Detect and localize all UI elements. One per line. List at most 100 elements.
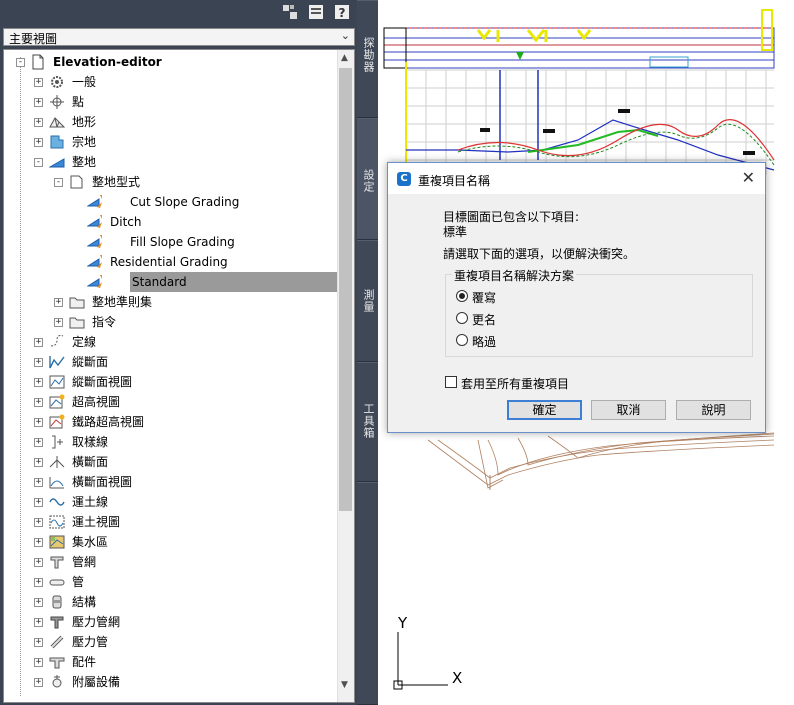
item-view-icon[interactable] — [281, 3, 299, 21]
tree-item[interactable]: + 定線 — [0, 332, 336, 352]
tree-item[interactable]: Ditch — [0, 212, 336, 232]
expand-toggle-icon[interactable]: + — [34, 558, 43, 567]
view-selector-dropdown[interactable]: 主要視圖 ⌄ — [3, 28, 355, 46]
expand-toggle-icon[interactable]: + — [34, 578, 43, 587]
tree-item[interactable]: + 橫斷面 — [0, 452, 336, 472]
tree-item-label: 點 — [72, 95, 85, 109]
tree-item[interactable]: + 宗地 — [0, 132, 336, 152]
expand-toggle-icon[interactable]: + — [34, 358, 43, 367]
tree-item[interactable]: Cut Slope Grading — [0, 192, 336, 212]
tree-item[interactable]: + 縱斷面 — [0, 352, 336, 372]
expand-toggle-icon[interactable]: + — [34, 338, 43, 347]
expand-toggle-icon[interactable]: + — [54, 318, 63, 327]
apply-to-all-box[interactable] — [445, 376, 457, 388]
mass-haul-line-icon — [49, 494, 65, 510]
radio-rename-indicator[interactable] — [456, 312, 468, 324]
tree-item[interactable]: + 結構 — [0, 592, 336, 612]
ucs-x-label: X — [452, 669, 463, 687]
tree-item[interactable]: + 附屬設備 — [0, 672, 336, 692]
collapse-toggle-icon[interactable]: - — [16, 58, 25, 67]
rail-superelevation-icon — [49, 414, 65, 430]
tree-item[interactable]: Standard — [0, 272, 338, 292]
expand-toggle-icon[interactable]: + — [34, 138, 43, 147]
tree-item[interactable]: + 一般 — [0, 72, 336, 92]
list-view-icon[interactable] — [307, 3, 325, 21]
expand-toggle-icon[interactable]: + — [34, 438, 43, 447]
tree-item[interactable]: + 壓力管 — [0, 632, 336, 652]
tree-item[interactable]: + 壓力管網 — [0, 612, 336, 632]
collapse-toggle-icon[interactable]: - — [54, 178, 63, 187]
tree-item[interactable]: + 整地準則集 — [0, 292, 336, 312]
collapse-toggle-icon[interactable]: - — [34, 158, 43, 167]
scroll-down-arrow-icon[interactable]: ▼ — [341, 680, 348, 690]
expand-toggle-icon[interactable]: + — [34, 618, 43, 627]
radio-rename[interactable]: 更名 — [456, 311, 576, 327]
expand-toggle-icon[interactable]: + — [34, 118, 43, 127]
tree-item[interactable]: + 配件 — [0, 652, 336, 672]
tree-item[interactable]: - 整地 — [0, 152, 336, 172]
tree-item[interactable]: + 點 — [0, 92, 336, 112]
tree-item[interactable]: + 取樣線 — [0, 432, 336, 452]
expand-toggle-icon[interactable]: + — [34, 518, 43, 527]
scroll-up-arrow-icon[interactable]: ▲ — [341, 53, 348, 63]
tab-prospector[interactable]: 探勘器 — [357, 0, 378, 118]
close-icon[interactable]: ✕ — [742, 168, 755, 187]
tree-item[interactable]: + 集水區 — [0, 532, 336, 552]
chevron-down-icon: ⌄ — [340, 29, 350, 42]
expand-toggle-icon[interactable]: + — [34, 638, 43, 647]
tree-item[interactable]: + 指令 — [0, 312, 336, 332]
tree-item[interactable]: Residential Grading — [0, 252, 336, 272]
tree-item-label: 定線 — [72, 335, 97, 349]
expand-toggle-icon[interactable]: + — [34, 678, 43, 687]
grading-style-icon — [86, 274, 103, 290]
expand-toggle-icon[interactable]: + — [34, 78, 43, 87]
tree-item[interactable]: + 運土視圖 — [0, 512, 336, 532]
tree-item[interactable]: + 地形 — [0, 112, 336, 132]
tab-toolbox-label: 工具箱 — [362, 403, 375, 439]
help-icon[interactable]: ? — [333, 3, 351, 21]
expand-toggle-icon[interactable]: + — [34, 378, 43, 387]
pipe-network-icon — [49, 554, 65, 570]
ok-button[interactable]: 確定 — [507, 400, 582, 420]
tree-root-item[interactable]: - Elevation-editor — [0, 52, 336, 72]
surface-icon — [49, 114, 66, 130]
tree-item[interactable]: Fill Slope Grading — [0, 232, 336, 252]
tab-toolbox[interactable]: 工具箱 — [357, 362, 378, 482]
radio-overwrite[interactable]: 覆寫 — [456, 289, 576, 305]
dialog-titlebar[interactable]: C 重複項目名稱 ✕ — [388, 163, 765, 194]
expand-toggle-icon[interactable]: + — [34, 418, 43, 427]
tree-item[interactable]: + 鐵路超高視圖 — [0, 412, 336, 432]
apply-to-all-checkbox[interactable]: 套用至所有重複項目 — [445, 375, 625, 391]
parcel-icon — [49, 134, 65, 150]
help-button[interactable]: 說明 — [676, 400, 751, 420]
expand-toggle-icon[interactable]: + — [34, 538, 43, 547]
tree-item[interactable]: + 管 — [0, 572, 336, 592]
expand-toggle-icon[interactable]: + — [34, 478, 43, 487]
tree-item[interactable]: - 整地型式 — [0, 172, 336, 192]
tabs-empty-area — [357, 482, 378, 705]
cancel-button[interactable]: 取消 — [591, 400, 666, 420]
tree-item[interactable]: + 超高視圖 — [0, 392, 336, 412]
expand-toggle-icon[interactable]: + — [34, 398, 43, 407]
expand-toggle-icon[interactable]: + — [34, 658, 43, 667]
expand-toggle-icon[interactable]: + — [54, 298, 63, 307]
tree-item[interactable]: + 橫斷面視圖 — [0, 472, 336, 492]
tree-item-label: Fill Slope Grading — [130, 235, 235, 249]
tab-survey[interactable]: 測量 — [357, 240, 378, 362]
expand-toggle-icon[interactable]: + — [34, 598, 43, 607]
tree-item[interactable]: + 運土線 — [0, 492, 336, 512]
profile-icon — [49, 354, 65, 370]
tree-item[interactable]: + 管網 — [0, 552, 336, 572]
expand-toggle-icon[interactable]: + — [34, 458, 43, 467]
tree-item-label: 附屬設備 — [72, 675, 121, 689]
tree-scrollbar-thumb[interactable] — [339, 68, 352, 511]
expand-toggle-icon[interactable]: + — [34, 98, 43, 107]
radio-skip-indicator[interactable] — [456, 334, 468, 346]
view-selector-value: 主要視圖 — [9, 32, 58, 46]
pressure-network-icon — [49, 614, 65, 630]
tab-settings[interactable]: 設定 — [357, 118, 378, 240]
expand-toggle-icon[interactable]: + — [34, 498, 43, 507]
radio-overwrite-indicator[interactable] — [456, 290, 468, 302]
radio-skip[interactable]: 略過 — [456, 333, 576, 349]
tree-item[interactable]: + 縱斷面視圖 — [0, 372, 336, 392]
